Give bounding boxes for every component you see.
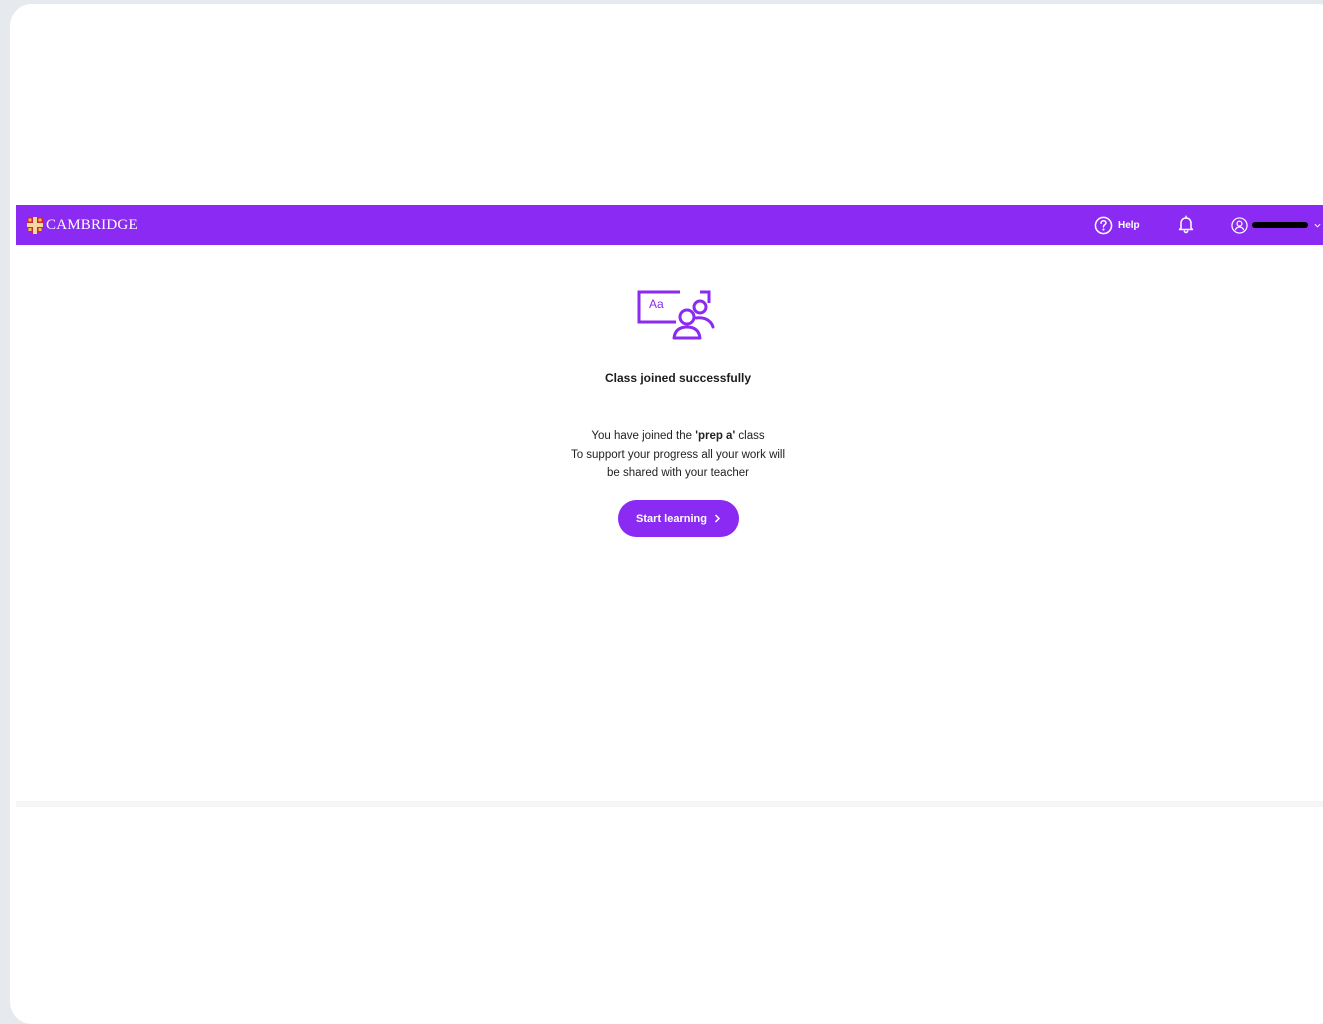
- message-suffix: class: [735, 430, 765, 442]
- join-message-line-1: You have joined the 'prep a' class: [10, 427, 1323, 446]
- bell-icon[interactable]: [1176, 214, 1196, 234]
- svg-text:Aa: Aa: [649, 297, 664, 311]
- main-content: Aa Class joined successfully You have jo…: [10, 245, 1323, 801]
- page-title: Class joined successfully: [604, 371, 752, 385]
- user-menu[interactable]: [1231, 214, 1321, 236]
- cambridge-shield-icon: [27, 216, 43, 234]
- chevron-down-icon: [1314, 223, 1321, 228]
- user-circle-icon: [1231, 216, 1248, 234]
- start-learning-label: Start learning: [636, 512, 707, 525]
- help-button[interactable]: Help: [1094, 214, 1140, 236]
- start-learning-button[interactable]: Start learning: [618, 500, 739, 537]
- app-window: CAMBRIDGE Help Aa Class joined successfu…: [10, 4, 1323, 1024]
- question-circle-icon: [1094, 216, 1113, 234]
- user-name-redacted: [1252, 222, 1308, 228]
- chevron-right-icon: [714, 514, 721, 523]
- footer-divider: [16, 801, 1323, 807]
- top-navigation-bar: CAMBRIDGE Help: [16, 205, 1323, 245]
- brand-name: CAMBRIDGE: [46, 216, 138, 233]
- join-message: You have joined the 'prep a' class To su…: [10, 427, 1323, 483]
- class-name: 'prep a': [695, 430, 736, 442]
- brand-logo[interactable]: CAMBRIDGE: [27, 214, 138, 236]
- message-prefix: You have joined the: [591, 430, 696, 442]
- help-label: Help: [1118, 219, 1140, 231]
- class-board-icon: Aa: [637, 290, 715, 340]
- join-message-line-3: be shared with your teacher: [607, 467, 749, 479]
- join-message-line-2: To support your progress all your work w…: [570, 448, 786, 461]
